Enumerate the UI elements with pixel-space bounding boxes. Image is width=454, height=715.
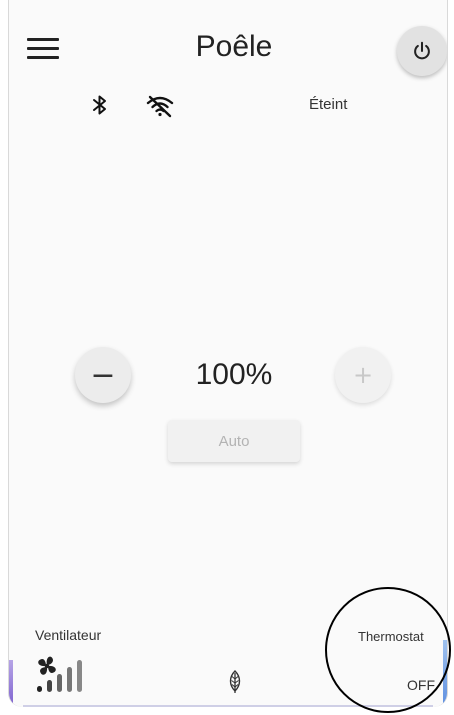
decrease-button[interactable]: − bbox=[75, 347, 131, 403]
power-icon bbox=[414, 41, 430, 60]
auto-button[interactable]: Auto bbox=[168, 420, 300, 462]
fan-speed-control[interactable] bbox=[35, 654, 105, 694]
page-title: Poêle bbox=[195, 30, 273, 63]
power-level-value: 100% bbox=[195, 358, 273, 391]
wifi-off-icon bbox=[146, 95, 174, 118]
bluetooth-icon bbox=[93, 95, 106, 115]
menu-icon[interactable] bbox=[27, 38, 59, 60]
increase-button[interactable]: + bbox=[335, 347, 391, 403]
accent-edge-left bbox=[9, 660, 13, 707]
fan-speed-icon bbox=[37, 656, 82, 692]
status-label: Éteint bbox=[309, 96, 348, 113]
power-button[interactable] bbox=[397, 26, 447, 76]
thermostat-toggle[interactable] bbox=[325, 587, 451, 713]
fan-label: Ventilateur bbox=[35, 627, 102, 643]
leaf-icon[interactable] bbox=[228, 670, 242, 694]
